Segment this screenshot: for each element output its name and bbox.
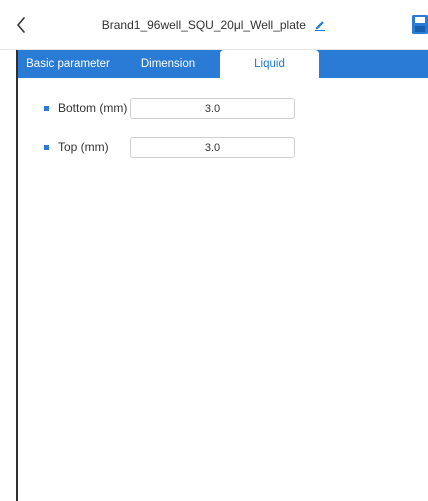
bullet-marker bbox=[44, 106, 49, 111]
pencil-icon[interactable] bbox=[314, 19, 326, 31]
title-container: Brand1_96well_SQU_20μl_Well_plate bbox=[0, 17, 428, 32]
bottom-label: Bottom (mm) bbox=[58, 101, 128, 115]
save-button[interactable] bbox=[412, 15, 428, 34]
tab-bar: Basic parameter Dimension Liquid bbox=[18, 50, 428, 78]
top-input[interactable] bbox=[130, 137, 295, 158]
tab-dimension[interactable]: Dimension bbox=[122, 50, 214, 78]
top-bar: Brand1_96well_SQU_20μl_Well_plate bbox=[0, 0, 428, 50]
bullet-marker bbox=[44, 145, 49, 150]
page-title: Brand1_96well_SQU_20μl_Well_plate bbox=[101, 17, 306, 32]
content-left-border bbox=[16, 50, 18, 501]
tab-liquid[interactable]: Liquid bbox=[220, 50, 319, 78]
tab-basic-parameter[interactable]: Basic parameter bbox=[18, 50, 118, 78]
top-label: Top (mm) bbox=[58, 140, 109, 154]
bottom-input[interactable] bbox=[130, 98, 295, 119]
floppy-disk-icon bbox=[412, 15, 428, 34]
